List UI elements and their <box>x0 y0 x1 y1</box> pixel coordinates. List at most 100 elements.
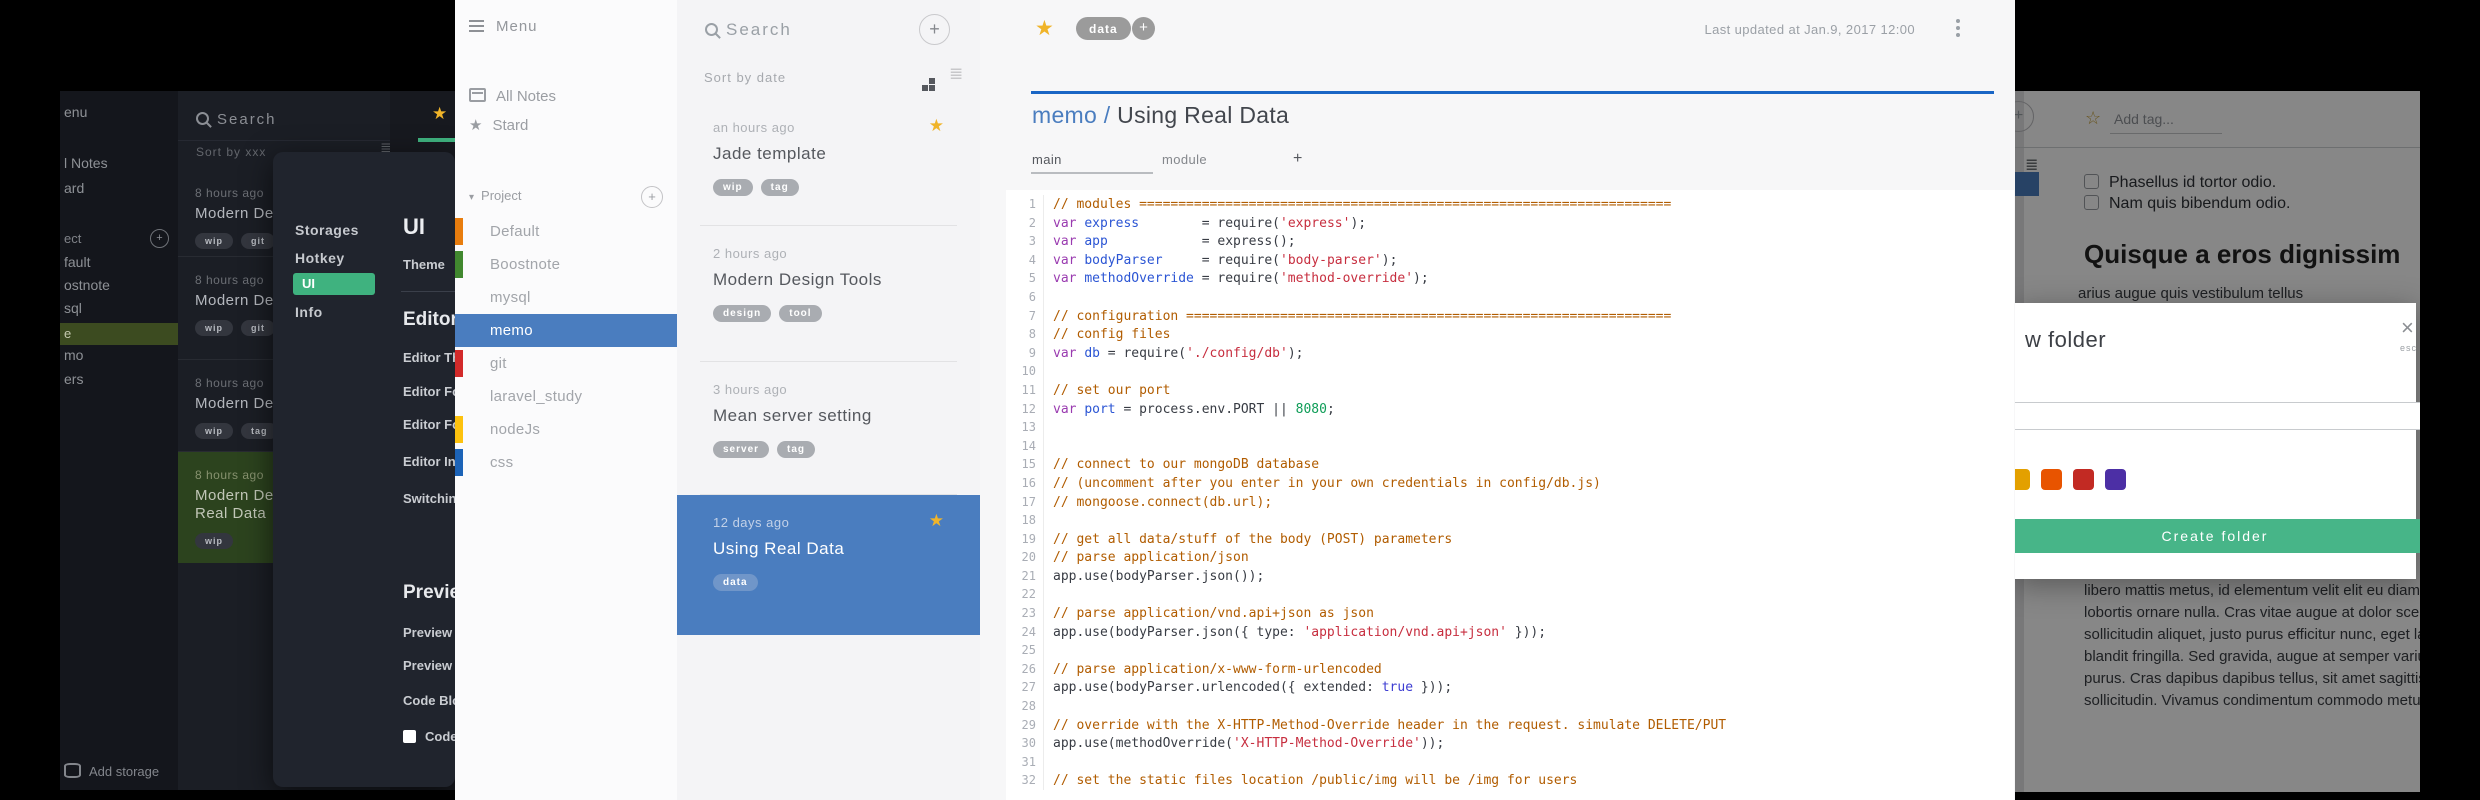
close-icon[interactable]: × <box>2401 315 2414 341</box>
code-token: var <box>1053 271 1077 287</box>
note-tags: data <box>713 572 980 591</box>
dark-sidebar-item-starred[interactable]: ard <box>64 180 84 196</box>
sidebar-item-starred[interactable]: ★ Stard <box>469 116 528 134</box>
checkbox[interactable] <box>403 730 416 743</box>
add-tag-button[interactable]: + <box>1132 17 1155 40</box>
settings-nav-info[interactable]: Info <box>295 304 323 320</box>
dark-folder-item[interactable]: mo <box>64 347 83 363</box>
settings-checkbox-row[interactable]: Code B <box>403 729 455 744</box>
modal-title: w folder <box>2025 327 2107 352</box>
folder-label: git <box>490 355 507 372</box>
code-line: 5 var methodOverride = require('method-ov… <box>1006 269 2014 288</box>
grid-view-icon[interactable] <box>922 71 942 89</box>
sidebar-folder-item[interactable]: laravel_study <box>455 380 677 413</box>
note-card[interactable]: 3 hours ago Mean server setting server tag <box>677 362 980 495</box>
code-token: ); <box>1287 345 1304 361</box>
dark-folder-item[interactable]: sql <box>64 300 82 316</box>
project-section-header[interactable]: ▾ Project <box>469 188 522 203</box>
search-input[interactable]: Search <box>705 20 792 40</box>
dark-add-storage-button[interactable]: Add storage <box>64 763 159 779</box>
note-card[interactable]: 2 hours ago Modern Design Tools design tool <box>677 226 980 362</box>
note-card[interactable]: an hours ago ★ Jade template wip tag <box>677 100 980 226</box>
star-icon[interactable]: ★ <box>929 511 944 531</box>
dark-folder-item[interactable]: ers <box>64 371 83 387</box>
sort-select[interactable]: Sort by date <box>704 70 786 85</box>
folder-color-strip <box>455 251 463 278</box>
new-tab-button[interactable]: + <box>1293 150 1302 168</box>
note-menu-button[interactable] <box>1956 16 1960 40</box>
dark-folder-item-selected[interactable]: e <box>60 323 178 345</box>
settings-item[interactable]: Theme <box>403 257 445 272</box>
code-editor[interactable]: 1 // modules ============================… <box>1006 190 2014 800</box>
note-card-selected[interactable]: 12 days ago ★ Using Real Data data <box>677 495 980 635</box>
note-star-toggle[interactable]: ★ <box>1035 16 1054 41</box>
menu-toggle[interactable]: Menu <box>469 18 538 35</box>
note-tag-pill[interactable]: data <box>1076 17 1131 40</box>
settings-item[interactable]: Code Bloc <box>403 693 455 708</box>
dark-sidebar-item-all-notes[interactable]: l Notes <box>64 155 108 171</box>
note-title[interactable]: memo / Using Real Data <box>1032 102 1289 129</box>
line-number: 25 <box>1006 641 1044 660</box>
create-folder-button[interactable]: Create folder <box>2015 519 2420 553</box>
code-token: var <box>1053 345 1077 361</box>
sidebar-item-all-notes[interactable]: All Notes <box>469 88 556 105</box>
sidebar-folder-item[interactable]: Boostnote <box>455 248 677 281</box>
line-number: 29 <box>1006 715 1044 735</box>
tab-main[interactable]: main <box>1032 152 1062 167</box>
code-line: 22 <box>1006 585 2014 605</box>
tag-pill: data <box>713 574 758 591</box>
sidebar-folder-item-selected[interactable]: memo <box>455 314 677 347</box>
color-swatch[interactable] <box>2073 469 2094 490</box>
settings-item[interactable]: Switching <box>403 491 455 506</box>
settings-item[interactable]: Editor Ind <box>403 454 455 469</box>
note-title: Jade template <box>713 144 827 163</box>
settings-nav-storages[interactable]: Storages <box>295 222 359 238</box>
dark-menu-item[interactable]: enu <box>64 104 87 120</box>
color-swatch[interactable] <box>2041 469 2062 490</box>
code-line: 7 // configuration ======================… <box>1006 306 2014 326</box>
breadcrumb[interactable]: memo / <box>1032 102 1117 128</box>
settings-item[interactable]: Editor Fo <box>403 384 455 399</box>
settings-nav-ui-selected[interactable]: UI <box>293 273 375 295</box>
sidebar-folder-item[interactable]: mysql <box>455 281 677 314</box>
settings-item[interactable]: Preview F <box>403 625 455 640</box>
code-line: 8 // config files <box>1006 325 2014 344</box>
color-swatch[interactable] <box>2105 469 2126 490</box>
line-number: 8 <box>1006 325 1044 344</box>
list-view-icon[interactable]: ≣ <box>949 65 963 84</box>
star-icon[interactable]: ★ <box>929 116 944 136</box>
new-note-button[interactable]: + <box>919 14 950 45</box>
dark-sort-select[interactable]: Sort by xxx <box>196 145 266 159</box>
settings-item[interactable]: Editor Th <box>403 350 455 365</box>
esc-hint: esc <box>2400 343 2418 353</box>
line-number: 11 <box>1006 380 1044 400</box>
code-line: 24 app.use(bodyParser.json({ type: 'appli… <box>1006 622 2014 642</box>
settings-nav-hotkey[interactable]: Hotkey <box>295 250 345 266</box>
settings-item[interactable]: Preview F <box>403 658 455 673</box>
dark-folder-item[interactable]: ostnote <box>64 277 110 293</box>
settings-item[interactable]: Editor Fo <box>403 417 455 432</box>
line-number: 24 <box>1006 622 1044 642</box>
dark-project-header[interactable]: ect <box>64 231 81 246</box>
code-line: 29 // override with the X-HTTP-Method-Ove… <box>1006 715 2014 735</box>
code-line: 18 <box>1006 511 2014 530</box>
tab-module[interactable]: module <box>1162 152 1207 167</box>
code-token: bodyParser <box>1084 252 1163 268</box>
dark-add-folder-icon[interactable]: + <box>150 229 169 248</box>
settings-check-label: Code B <box>425 729 455 744</box>
dark-folder-item[interactable]: fault <box>64 254 90 270</box>
code-lines: 1 // modules ============================… <box>1006 195 2014 790</box>
sidebar-folder-item[interactable]: css <box>455 446 677 479</box>
star-icon[interactable]: ★ <box>432 104 447 124</box>
color-swatch[interactable] <box>2015 469 2030 490</box>
sidebar-folder-item[interactable]: git <box>455 347 677 380</box>
settings-heading: Editor <box>403 309 455 330</box>
line-number: 3 <box>1006 232 1044 251</box>
add-folder-button[interactable]: + <box>641 186 663 208</box>
dark-search-input[interactable]: Search <box>196 111 277 128</box>
sidebar-folder-item[interactable]: nodeJs <box>455 413 677 446</box>
line-number: 4 <box>1006 250 1044 270</box>
sidebar-folder-item[interactable]: Default <box>455 215 677 248</box>
folder-name-input[interactable] <box>2015 402 2420 430</box>
note-date: 3 hours ago <box>713 382 788 397</box>
